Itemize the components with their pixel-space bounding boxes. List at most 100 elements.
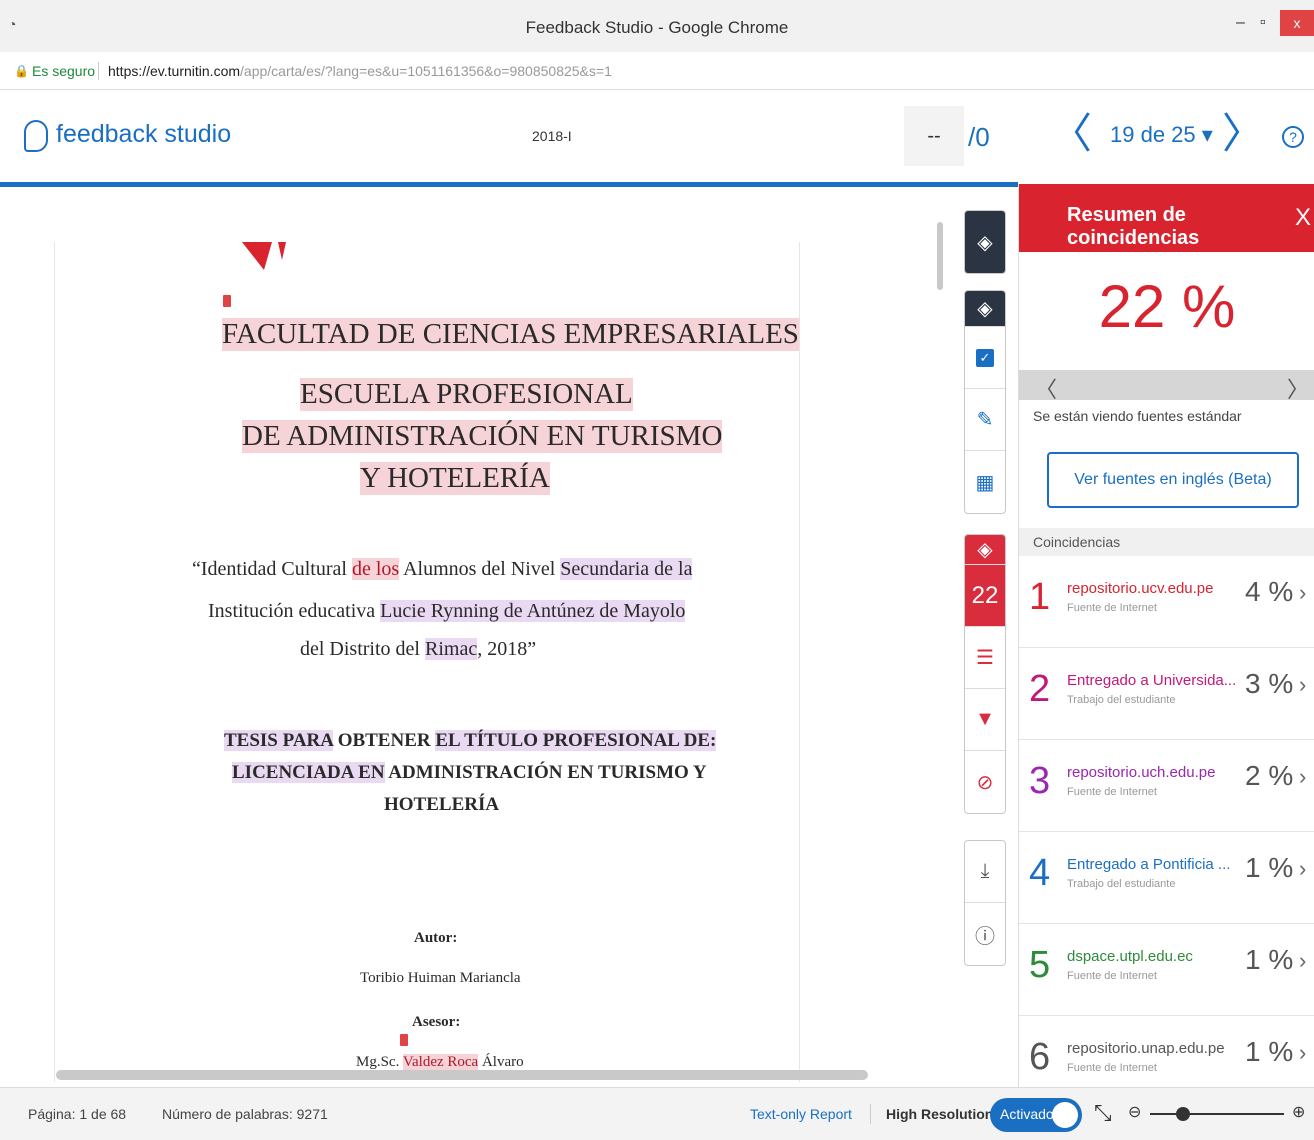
rubric-checkbox-icon[interactable]: ✓ [965,327,1005,389]
match-percent: 1 % [1245,852,1294,883]
match-source[interactable]: Entregado a Universida... [1067,672,1236,689]
match-highlight[interactable]: TESIS PARA [224,730,333,751]
zoom-out-icon[interactable]: ⊖ [1128,1102,1141,1122]
match-overview-panel: Resumen de coincidencias X 22 % 〈 〉 Se e… [1018,184,1314,1108]
status-divider [870,1104,871,1124]
brand-name: feedback studio [56,120,232,148]
close-window-button[interactable]: x [1280,10,1314,36]
match-number: 2 [1029,668,1051,710]
match-highlight[interactable]: Secundaria de la [560,558,693,580]
match-number: 4 [1029,852,1051,894]
zoom-slider-handle[interactable] [1176,1107,1190,1121]
help-icon[interactable]: ? [1282,126,1304,148]
match-source[interactable]: repositorio.uch.edu.pe [1067,764,1215,781]
status-bar: Página: 1 de 68 Número de palabras: 9271… [0,1087,1314,1140]
grading-layer-icon[interactable]: ◈ [965,291,1005,327]
title-text: del Distrito del [300,638,425,660]
match-highlight[interactable]: EL TÍTULO PROFESIONAL DE: [435,730,717,751]
match-row[interactable]: 4 Entregado a Pontificia ... Trabajo del e… [1019,832,1314,924]
info-icon[interactable]: ⓘ [965,903,1005,965]
turnitin-logo-icon [24,120,48,152]
high-resolution-label: High Resolution [886,1106,994,1122]
match-row[interactable]: 3 repositorio.uch.edu.pe Fuente de Interne… [1019,740,1314,832]
url-host: https://ev.turnitin.com [108,63,241,79]
edit-comment-icon[interactable]: ✎ [965,389,1005,451]
horizontal-scrollbar[interactable] [56,1070,868,1080]
assignment-name: 2018-I [532,128,572,144]
doc-school-line3: Y HOTELERÍA [360,462,550,495]
match-highlight[interactable]: Lucie Rynning de Antúnez de Mayolo [380,600,686,622]
title-text: Institución educativa [208,600,381,622]
similarity-score-button[interactable]: 22 [965,565,1005,627]
doc-faculty: FACULTAD DE CIENCIAS EMPRESARIALES [222,318,799,351]
match-highlight[interactable]: LICENCIADA EN [232,762,385,783]
next-paper-chevron-icon[interactable]: 〉 [1222,113,1264,155]
match-highlight[interactable]: de los [351,558,400,580]
vertical-scrollbar[interactable] [937,222,943,290]
source-navigation: 〈 〉 [1019,370,1314,402]
doc-thesis-line2: LICENCIADA EN ADMINISTRACIÓN EN TURISMO … [232,762,707,784]
match-overview-icon[interactable]: ☰ [965,627,1005,689]
match-expand-chevron-icon[interactable]: › [1299,580,1306,606]
url-text[interactable]: https://ev.turnitin.com/app/carta/es/?la… [108,63,612,79]
match-expand-chevron-icon[interactable]: › [1299,1040,1306,1066]
match-percent: 2 % [1245,760,1294,791]
zoom-in-icon[interactable]: ⊕ [1292,1102,1305,1122]
match-number: 3 [1029,760,1051,802]
word-count: Número de palabras: 9271 [162,1106,328,1122]
match-percent: 1 % [1245,1036,1294,1067]
address-divider [98,62,99,80]
doc-author-label: Autor: [414,930,458,946]
similarity-layer-icon[interactable]: ◈ [965,535,1005,565]
high-resolution-toggle[interactable]: Activado [990,1098,1082,1132]
match-source[interactable]: Entregado a Pontificia ... [1067,856,1230,873]
match-expand-chevron-icon[interactable]: › [1299,672,1306,698]
doc-thesis-line3: HOTELERÍA [384,794,500,815]
paper-position-dropdown[interactable]: 19 de 25 ▾ [1110,122,1213,148]
info-toolbar: ⤓ ⓘ [964,840,1006,966]
grid-icon[interactable]: ▦ [965,451,1005,513]
source-prev-chevron-icon[interactable]: 〈 [1035,372,1057,404]
overall-similarity: 22 % [1098,273,1236,340]
previous-paper-chevron-icon[interactable]: 〈 [1050,113,1092,155]
grade-input[interactable]: -- [904,106,964,166]
window-title: Feedback Studio - Google Chrome [525,18,789,37]
match-marker-icon[interactable] [400,1034,408,1046]
match-number: 5 [1029,944,1051,986]
close-panel-icon[interactable]: X [1295,204,1311,232]
restore-button[interactable]: ▫ [1260,14,1266,32]
match-expand-chevron-icon[interactable]: › [1299,764,1306,790]
layers-icon[interactable]: ◈ [965,211,1005,273]
match-expand-chevron-icon[interactable]: › [1299,948,1306,974]
page-count: Página: 1 de 68 [28,1106,127,1122]
document-page [54,242,800,1082]
match-source[interactable]: repositorio.ucv.edu.pe [1067,580,1213,597]
fullscreen-icon[interactable]: ⤡ [1094,1100,1112,1126]
match-source-type: Trabajo del estudiante [1067,694,1176,706]
toggle-label: Activado [1000,1106,1054,1122]
text-only-report-link[interactable]: Text-only Report [750,1106,852,1122]
download-icon[interactable]: ⤓ [965,841,1005,903]
thesis-text: OBTENER [332,730,436,751]
match-number: 6 [1029,1036,1051,1078]
english-sources-button[interactable]: Ver fuentes en inglés (Beta) [1047,452,1299,508]
zoom-slider[interactable] [1150,1113,1284,1115]
source-next-chevron-icon[interactable]: 〉 [1287,372,1309,404]
match-source[interactable]: dspace.utpl.edu.ec [1067,948,1193,965]
match-highlight[interactable]: Valdez Roca [402,1054,479,1070]
title-text: Alumnos del Nivel [399,558,561,580]
match-row[interactable]: 1 repositorio.ucv.edu.pe Fuente de Interne… [1019,556,1314,648]
minimize-button[interactable]: – [1236,14,1245,32]
match-expand-chevron-icon[interactable]: › [1299,856,1306,882]
url-path: /app/carta/es/?lang=es&u=1051161356&o=98… [240,63,612,79]
exclude-icon[interactable]: ⊘ [965,751,1005,813]
match-highlight[interactable]: Rimac [424,638,478,660]
layers-toolbar: ◈ [964,210,1006,274]
match-source[interactable]: repositorio.unap.edu.pe [1067,1040,1225,1057]
match-row[interactable]: 2 Entregado a Universida... Trabajo del es… [1019,648,1314,740]
filter-icon[interactable]: ▼ [965,689,1005,751]
match-row[interactable]: 5 dspace.utpl.edu.ec Fuente de Internet 1 %… [1019,924,1314,1016]
match-marker-icon[interactable] [223,295,231,307]
doc-school-line2: DE ADMINISTRACIÓN EN TURISMO [242,420,723,453]
address-bar[interactable]: 🔒 Es seguro https://ev.turnitin.com/app/… [0,52,1314,90]
